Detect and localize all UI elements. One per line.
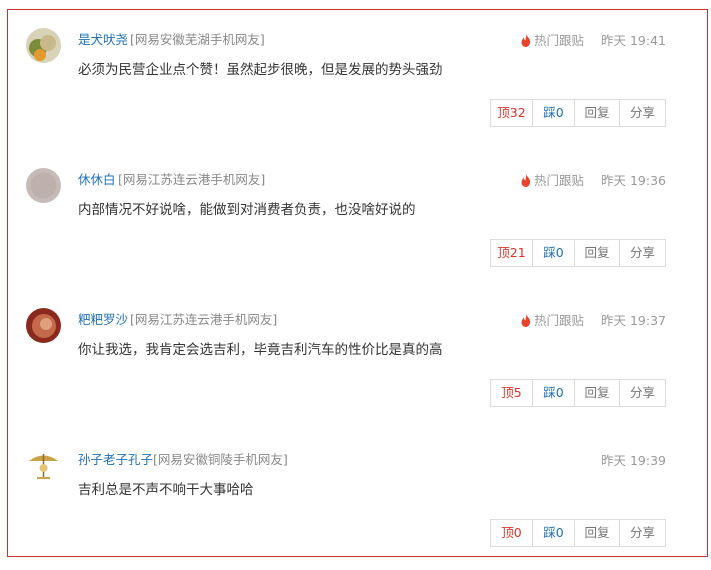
hot-comment-label: 热门跟贴 — [533, 313, 584, 328]
comment-text: 你让我选，我肯定会选吉利，毕竟吉利汽车的性价比是真的高 — [78, 342, 443, 358]
hot-comment-badge: 热门跟贴 — [521, 310, 584, 330]
user-location: [网易安徽铜陵手机网友] — [153, 452, 288, 467]
comment-time: 昨天 19:39 — [601, 453, 666, 468]
flame-icon — [521, 314, 531, 330]
hot-comment-badge: 热门跟贴 — [521, 30, 584, 50]
user-location: [网易江苏连云港手机网友] — [130, 312, 278, 327]
comment-list: 是犬吠尧 [网易安徽芜湖手机网友] 热门跟贴 昨天 19:41 必须为民营企业点… — [7, 9, 708, 557]
comment-actions: 顶32 踩0 回复 分享 — [490, 99, 666, 127]
user-location: [网易江苏连云港手机网友] — [118, 172, 266, 187]
reply-button[interactable]: 回复 — [575, 240, 620, 266]
share-button[interactable]: 分享 — [620, 520, 665, 546]
comment-text: 内部情况不好说啥，能做到对消费者负责，也没啥好说的 — [78, 202, 416, 218]
username[interactable]: 是犬吠尧 — [78, 29, 128, 48]
flame-icon — [521, 34, 531, 50]
upvote-button[interactable]: 顶21 — [491, 240, 533, 266]
upvote-button[interactable]: 顶32 — [491, 100, 533, 126]
comment-actions: 顶5 踩0 回复 分享 — [490, 379, 666, 407]
username[interactable]: 粑粑罗沙 — [78, 309, 128, 328]
downvote-button[interactable]: 踩0 — [533, 240, 575, 266]
comment-item: 粑粑罗沙 [网易江苏连云港手机网友] 热门跟贴 昨天 19:37 你让我选，我肯… — [8, 290, 707, 430]
comment-text: 吉利总是不声不响干大事哈哈 — [78, 482, 254, 498]
reply-button[interactable]: 回复 — [575, 380, 620, 406]
share-button[interactable]: 分享 — [620, 240, 665, 266]
user-location: [网易安徽芜湖手机网友] — [130, 32, 265, 47]
comment-item: 孙子老子孔子 [网易安徽铜陵手机网友] 昨天 19:39 吉利总是不声不响干大事… — [8, 430, 707, 570]
hot-comment-badge: 热门跟贴 — [521, 170, 584, 190]
comment-actions: 顶0 踩0 回复 分享 — [490, 519, 666, 547]
share-button[interactable]: 分享 — [620, 380, 665, 406]
comment-item: 是犬吠尧 [网易安徽芜湖手机网友] 热门跟贴 昨天 19:41 必须为民营企业点… — [8, 10, 707, 150]
hot-comment-label: 热门跟贴 — [533, 173, 584, 188]
comment-time: 昨天 19:36 — [601, 173, 666, 188]
comment-time: 昨天 19:41 — [601, 33, 666, 48]
avatar[interactable] — [26, 168, 61, 203]
flame-icon — [521, 174, 531, 190]
avatar[interactable] — [26, 448, 61, 483]
reply-button[interactable]: 回复 — [575, 520, 620, 546]
comment-text: 必须为民营企业点个赞！虽然起步很晚，但是发展的势头强劲 — [78, 62, 443, 78]
avatar[interactable] — [26, 28, 61, 63]
upvote-button[interactable]: 顶5 — [491, 380, 533, 406]
reply-button[interactable]: 回复 — [575, 100, 620, 126]
comment-time: 昨天 19:37 — [601, 313, 666, 328]
avatar[interactable] — [26, 308, 61, 343]
username[interactable]: 孙子老子孔子 — [78, 449, 153, 468]
downvote-button[interactable]: 踩0 — [533, 100, 575, 126]
username[interactable]: 休休白 — [78, 169, 116, 188]
comment-actions: 顶21 踩0 回复 分享 — [490, 239, 666, 267]
hot-comment-label: 热门跟贴 — [533, 33, 584, 48]
upvote-button[interactable]: 顶0 — [491, 520, 533, 546]
share-button[interactable]: 分享 — [620, 100, 665, 126]
downvote-button[interactable]: 踩0 — [533, 520, 575, 546]
comment-item: 休休白 [网易江苏连云港手机网友] 热门跟贴 昨天 19:36 内部情况不好说啥… — [8, 150, 707, 290]
downvote-button[interactable]: 踩0 — [533, 380, 575, 406]
